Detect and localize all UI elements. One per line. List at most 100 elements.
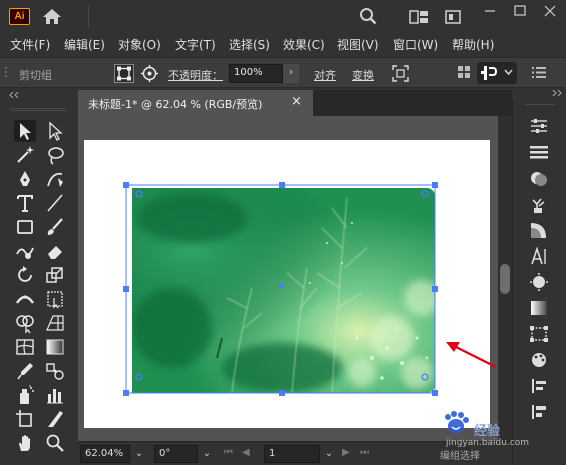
variables-icon xyxy=(481,66,498,80)
close-tab-button[interactable]: × xyxy=(291,94,305,110)
type-tool-icon[interactable] xyxy=(14,192,36,214)
libraries-icon[interactable] xyxy=(527,194,551,214)
rotation-input[interactable]: 0° xyxy=(154,445,198,463)
menu-type[interactable]: 文字(T) xyxy=(175,36,216,53)
canvas-area[interactable] xyxy=(78,116,498,441)
isolate-group-icon[interactable] xyxy=(392,65,409,82)
document-tab-bar: 未标题-1* @ 62.04 % (RGB/预览) × xyxy=(78,90,512,116)
next-artboard-button[interactable]: ▶ xyxy=(342,447,350,458)
menu-select[interactable]: 选择(S) xyxy=(229,36,270,53)
blend-tool-icon[interactable] xyxy=(44,360,66,382)
column-graph-tool-icon[interactable] xyxy=(44,384,66,406)
arrange-documents-icon[interactable] xyxy=(445,10,461,24)
current-tool-status: 编组选择 xyxy=(440,451,480,462)
hand-tool-icon[interactable] xyxy=(14,432,36,454)
curvature-tool-icon[interactable] xyxy=(44,168,66,190)
first-artboard-button[interactable]: ⏮ xyxy=(224,447,233,458)
selection-type-label: 剪切组 xyxy=(19,69,52,82)
vertical-scrollbar[interactable] xyxy=(498,116,512,441)
workspace-switcher-icon[interactable] xyxy=(409,10,429,24)
paintbrush-tool-icon[interactable] xyxy=(44,216,66,238)
annotation-arrow xyxy=(446,342,497,368)
menu-object[interactable]: 对象(O) xyxy=(118,36,161,53)
panel-dock xyxy=(512,90,566,465)
selection-tool-icon[interactable] xyxy=(14,120,36,142)
minimize-button[interactable] xyxy=(475,0,505,22)
opacity-label[interactable]: 不透明度： xyxy=(168,69,223,82)
opacity-expand-button[interactable]: › xyxy=(283,64,299,83)
watermark-url: jingyan.baidu.com xyxy=(446,438,530,448)
home-icon[interactable] xyxy=(42,8,62,25)
artboards-icon[interactable] xyxy=(527,350,551,370)
rotation-dropdown[interactable]: ⌄ xyxy=(200,445,214,463)
layers-icon[interactable] xyxy=(527,142,551,162)
artboard-tool-icon[interactable] xyxy=(14,408,36,430)
menu-window[interactable]: 窗口(W) xyxy=(393,36,438,53)
opacity-input[interactable]: 100% xyxy=(229,64,283,83)
zoom-tool-icon[interactable] xyxy=(44,432,66,454)
properties-icon[interactable] xyxy=(527,116,551,136)
prev-artboard-button[interactable]: ◀ xyxy=(242,447,250,458)
edit-clipping-path-icon[interactable] xyxy=(114,64,134,83)
rectangle-tool-icon[interactable] xyxy=(14,216,36,238)
title-bar: Ai xyxy=(0,0,566,33)
scale-tool-icon[interactable] xyxy=(44,264,66,286)
slice-tool-icon[interactable] xyxy=(44,408,66,430)
align-left-icon[interactable] xyxy=(527,402,551,422)
collapse-right-icon[interactable] xyxy=(551,90,563,96)
menu-help[interactable]: 帮助(H) xyxy=(452,36,494,53)
edit-contents-icon[interactable] xyxy=(140,64,159,83)
app-logo: Ai xyxy=(9,8,30,25)
transform-link[interactable]: 变换 xyxy=(352,69,374,82)
clipped-image[interactable] xyxy=(132,188,435,393)
align-link[interactable]: 对齐 xyxy=(314,69,336,82)
zoom-input[interactable]: 62.04% xyxy=(80,445,130,463)
scrollbar-thumb[interactable] xyxy=(500,264,510,294)
last-artboard-button[interactable]: ⏭ xyxy=(360,447,369,458)
eyedropper-tool-icon[interactable] xyxy=(14,360,36,382)
free-transform-tool-icon[interactable] xyxy=(44,288,66,310)
transparency-icon[interactable] xyxy=(527,298,551,318)
arrange-grid-icon[interactable] xyxy=(458,66,470,78)
magic-wand-tool-icon[interactable] xyxy=(14,144,36,166)
mesh-tool-icon[interactable] xyxy=(14,336,36,358)
gradient-tool-icon[interactable] xyxy=(44,336,66,358)
symbol-sprayer-tool-icon[interactable] xyxy=(14,384,36,406)
shaper-tool-icon[interactable] xyxy=(14,240,36,262)
dock-grip[interactable] xyxy=(525,104,555,105)
menu-effect[interactable]: 效果(C) xyxy=(283,36,325,53)
search-icon[interactable] xyxy=(359,7,377,25)
close-window-button[interactable] xyxy=(535,0,565,22)
menu-file[interactable]: 文件(F) xyxy=(10,36,50,53)
graphic-styles-icon[interactable] xyxy=(527,376,551,396)
pen-tool-icon[interactable] xyxy=(14,168,36,190)
perspective-grid-tool-icon[interactable] xyxy=(44,312,66,334)
color-icon[interactable] xyxy=(527,272,551,292)
character-icon[interactable] xyxy=(527,246,551,266)
variables-dropdown[interactable] xyxy=(477,62,517,84)
align-panel-icon[interactable] xyxy=(527,324,551,344)
artboard-dropdown[interactable]: ⌄ xyxy=(322,445,336,463)
menu-bar: 文件(F) 编辑(E) 对象(O) 文字(T) 选择(S) 效果(C) 视图(V… xyxy=(0,33,566,55)
chevron-down-icon xyxy=(504,69,513,76)
width-tool-icon[interactable] xyxy=(14,288,36,310)
gradient-panel-icon[interactable] xyxy=(527,220,551,240)
artboard-number-input[interactable]: 1 xyxy=(264,445,320,463)
line-tool-icon[interactable] xyxy=(44,192,66,214)
appearance-icon[interactable] xyxy=(527,168,551,188)
rotate-tool-icon[interactable] xyxy=(14,264,36,286)
maximize-button[interactable] xyxy=(505,0,535,22)
control-bar: 剪切组 不透明度： 100% › 对齐 变换 xyxy=(0,57,566,88)
zoom-dropdown[interactable]: ⌄ xyxy=(132,445,146,463)
menu-edit[interactable]: 编辑(E) xyxy=(64,36,105,53)
eraser-tool-icon[interactable] xyxy=(44,240,66,262)
menu-view[interactable]: 视图(V) xyxy=(337,36,379,53)
shape-builder-tool-icon[interactable] xyxy=(14,312,36,334)
panel-menu-icon[interactable] xyxy=(532,66,546,79)
tools-grip[interactable] xyxy=(10,108,66,111)
collapse-left-icon[interactable] xyxy=(8,92,20,98)
panel-grip-icon[interactable] xyxy=(4,65,10,81)
lasso-tool-icon[interactable] xyxy=(44,144,66,166)
document-tab[interactable]: 未标题-1* @ 62.04 % (RGB/预览) × xyxy=(78,90,313,116)
direct-selection-tool-icon[interactable] xyxy=(44,120,66,142)
